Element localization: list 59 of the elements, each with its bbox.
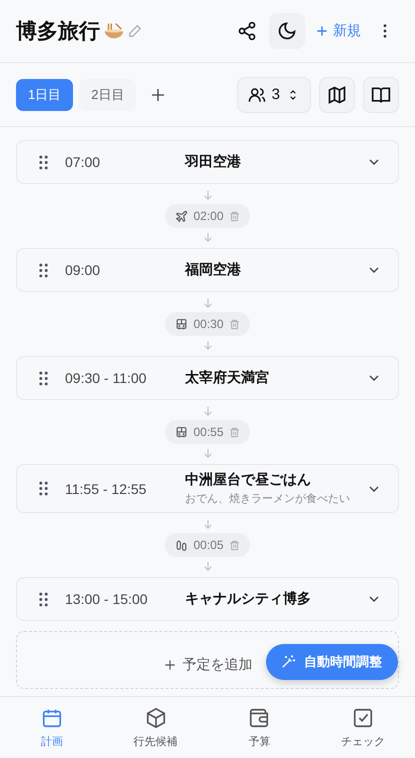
- place-name: 太宰府天満宮: [185, 369, 270, 387]
- drag-handle-icon[interactable]: [39, 592, 48, 606]
- cube-icon: [144, 706, 167, 728]
- drag-handle-icon[interactable]: [39, 262, 48, 278]
- time-range: 09:30 - 11:00: [65, 370, 148, 386]
- drag-handle-icon[interactable]: [39, 154, 48, 170]
- down-arrow-icon: [202, 232, 212, 242]
- plus-icon: [162, 658, 176, 672]
- wallet-icon: [248, 706, 270, 728]
- schedule-card[interactable]: 11:55 - 12:55 中洲屋台で昼ごはん おでん、焼きラーメンが食べたい: [16, 464, 399, 513]
- place-note: おでん、焼きラーメンが食べたい: [185, 492, 351, 506]
- place-name: 羽田空港: [185, 153, 242, 171]
- book-icon[interactable]: [363, 76, 399, 112]
- down-arrow-icon: [202, 448, 212, 458]
- place-name: 福岡空港: [185, 261, 242, 279]
- time-range: 13:00 - 15:00: [65, 591, 149, 607]
- checkbox-icon: [352, 706, 374, 728]
- down-arrow-icon: [202, 519, 212, 529]
- bus-icon: [175, 318, 188, 330]
- day-tab[interactable]: 2日目: [79, 78, 136, 110]
- nav-tab[interactable]: 予算: [208, 697, 312, 758]
- people-icon: [248, 86, 266, 104]
- time-range: 11:55 - 12:55: [65, 480, 148, 496]
- down-arrow-icon: [202, 406, 212, 416]
- airplane-icon: [175, 210, 188, 222]
- auto-adjust-button[interactable]: 自動時間調整: [266, 644, 398, 680]
- people-selector[interactable]: 3: [236, 76, 311, 112]
- drag-handle-icon[interactable]: [39, 370, 48, 386]
- travel-duration: 02:00: [193, 209, 224, 223]
- travel-time-chip[interactable]: 00:55: [165, 420, 250, 444]
- magic-wand-icon: [280, 654, 296, 670]
- day-tab[interactable]: 1日目: [16, 78, 74, 110]
- place-name: キャナルシティ博多: [185, 590, 312, 608]
- travel-time-chip[interactable]: 00:30: [165, 312, 250, 336]
- schedule-card[interactable]: 09:30 - 11:00 太宰府天満宮: [16, 356, 399, 400]
- travel-duration: 00:55: [193, 425, 224, 439]
- time-range: 09:00: [65, 262, 102, 278]
- moon-icon[interactable]: [269, 13, 305, 49]
- travel-duration: 00:30: [193, 317, 224, 331]
- down-arrow-icon: [202, 561, 212, 571]
- trip-title: 博多旅行: [16, 19, 100, 45]
- travel-time-chip[interactable]: 00:05: [165, 533, 250, 557]
- down-arrow-icon: [202, 340, 212, 350]
- drag-handle-icon[interactable]: [39, 481, 48, 496]
- down-arrow-icon: [202, 298, 212, 308]
- nav-tab[interactable]: チェック: [311, 697, 415, 758]
- footprints-icon: [175, 538, 188, 552]
- schedule-card[interactable]: 07:00 羽田空港: [16, 140, 399, 184]
- plus-icon: [315, 24, 329, 38]
- travel-time-chip[interactable]: 02:00: [165, 204, 250, 228]
- place-name: 中洲屋台で昼ごはん: [185, 471, 312, 489]
- down-arrow-icon: [202, 190, 212, 200]
- map-icon[interactable]: [319, 76, 355, 112]
- bus-icon: [175, 426, 188, 438]
- travel-duration: 00:05: [193, 538, 224, 552]
- time-range: 07:00: [65, 154, 102, 170]
- schedule-card[interactable]: 09:00 福岡空港: [16, 248, 399, 292]
- nav-tab[interactable]: 行先候補: [104, 697, 208, 758]
- schedule-card[interactable]: 13:00 - 15:00 キャナルシティ博多: [16, 577, 399, 621]
